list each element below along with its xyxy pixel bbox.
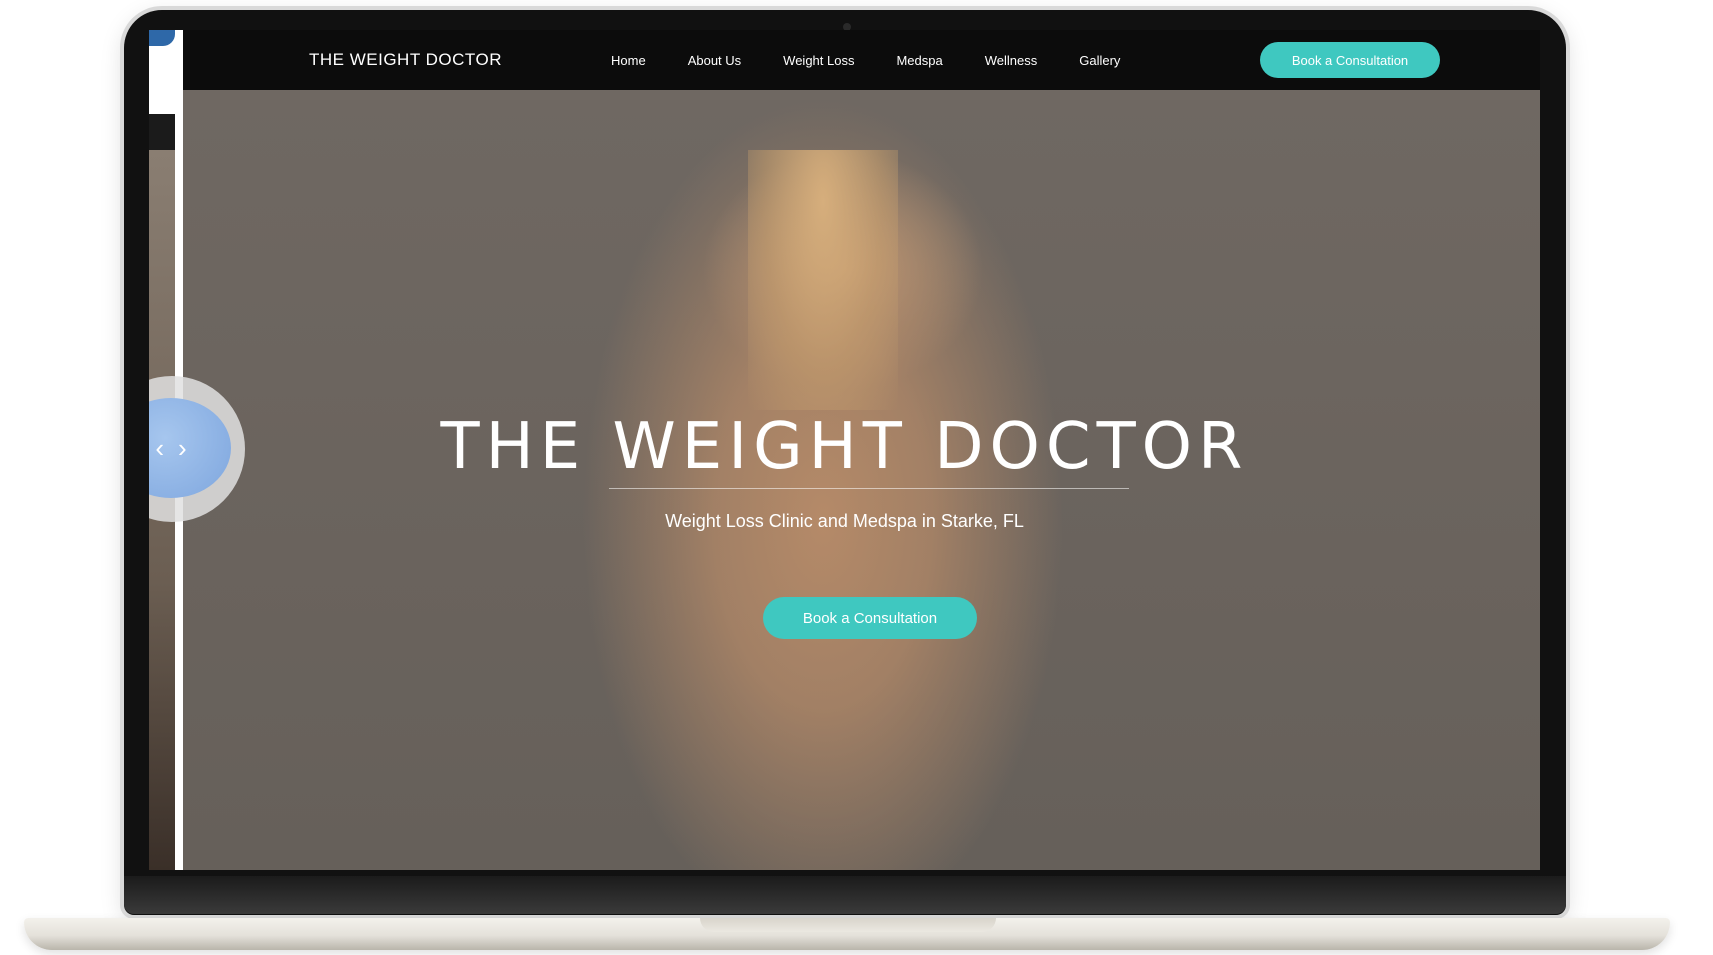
hero-book-consultation-button[interactable]: Book a Consultation [763, 597, 977, 639]
chevron-left-icon[interactable]: ‹ [155, 433, 164, 464]
hero-divider [609, 488, 1129, 489]
nav-book-consultation-button[interactable]: Book a Consultation [1260, 42, 1440, 78]
main-nav: Home About Us Weight Loss Medspa Wellnes… [611, 30, 1162, 90]
hero-image-accent [748, 150, 898, 410]
site-logo[interactable]: THE WEIGHT DOCTOR [309, 50, 502, 70]
nav-item-home[interactable]: Home [611, 53, 646, 68]
nav-item-gallery[interactable]: Gallery [1079, 53, 1120, 68]
site-header: THE WEIGHT DOCTOR Home About Us Weight L… [149, 30, 1540, 90]
laptop-bezel-bottom [124, 876, 1566, 914]
product-mockup: THE WEIGHT DOCTOR Weight Loss Clinic and… [0, 0, 1713, 955]
laptop-base-notch [700, 918, 996, 932]
laptop-screen: THE WEIGHT DOCTOR Weight Loss Clinic and… [149, 30, 1540, 870]
hero-title: THE WEIGHT DOCTOR [440, 410, 1249, 484]
nav-item-medspa[interactable]: Medspa [896, 53, 942, 68]
nav-item-about-us[interactable]: About Us [688, 53, 741, 68]
hero-subtitle: Weight Loss Clinic and Medspa in Starke,… [665, 511, 1024, 531]
nav-item-weight-loss[interactable]: Weight Loss [783, 53, 854, 68]
comparison-slider-handle[interactable]: ‹ › [149, 376, 259, 522]
nav-item-wellness[interactable]: Wellness [985, 53, 1038, 68]
chevron-right-icon[interactable]: › [178, 433, 187, 464]
